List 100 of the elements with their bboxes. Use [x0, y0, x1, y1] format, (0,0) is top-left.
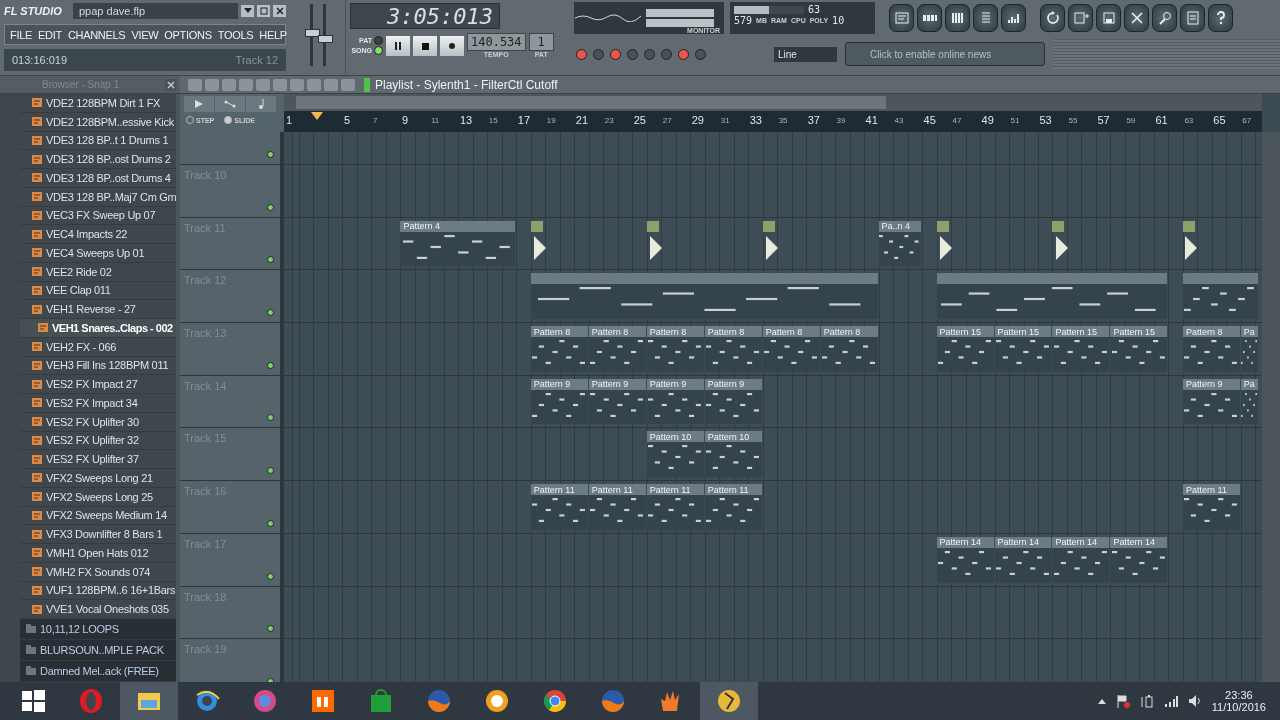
browser-item[interactable]: VFX3 Downlifter 8 Bars 1	[20, 525, 176, 544]
track-dot[interactable]	[267, 572, 274, 580]
browser-item[interactable]: VFX2 Sweeps Medium 14	[20, 506, 176, 526]
track-dot[interactable]	[267, 151, 274, 158]
clip[interactable]: Pattern 9	[530, 378, 588, 425]
automation-tab[interactable]	[215, 96, 245, 112]
browser-item[interactable]: VDE2 128BPM..essive Kick	[20, 112, 176, 132]
browser-item[interactable]: VDE3 128 BP..ost Drums 4	[20, 169, 176, 188]
toggle-lamp[interactable]	[661, 48, 672, 60]
stop-button[interactable]	[413, 35, 437, 56]
clip[interactable]: Pa	[1240, 378, 1258, 425]
toggle-lamp[interactable]	[644, 48, 655, 60]
fader-thumb[interactable]	[304, 29, 320, 38]
menu-item[interactable]: CHANNELS	[67, 28, 126, 41]
track-dot[interactable]	[267, 414, 274, 422]
browser-item[interactable]: VMH2 FX Sounds 074	[20, 562, 176, 582]
tempo-display[interactable]: 140.534	[467, 33, 526, 51]
snap-dropdown[interactable]: Line	[774, 46, 837, 62]
speaker-icon[interactable]	[1187, 694, 1202, 708]
save-button[interactable]	[1096, 4, 1121, 32]
menu-item[interactable]: HELP	[259, 28, 287, 41]
browser-item[interactable]: VES2 FX Impact 27	[20, 375, 176, 394]
bar-chart-button[interactable]	[1001, 4, 1026, 32]
vertical-scrollbar[interactable]	[1262, 132, 1280, 682]
clip[interactable]: Pattern 11	[588, 484, 646, 530]
flag-icon[interactable]	[1115, 694, 1130, 708]
clip[interactable]: Pattern 8	[762, 326, 820, 372]
clip[interactable]: Pattern 14	[994, 536, 1052, 583]
clip[interactable]: Pattern 15	[1052, 326, 1110, 372]
clip[interactable]: Pattern 8	[704, 326, 762, 372]
clip[interactable]: Pattern 14	[936, 536, 994, 583]
dropdown-button[interactable]	[241, 5, 254, 17]
browser-item[interactable]: VMH1 Open Hats 012	[20, 544, 176, 563]
close-button[interactable]	[273, 5, 286, 17]
toggle-lamp[interactable]	[678, 48, 689, 60]
clip[interactable]: Pattern 14	[1052, 536, 1110, 583]
time-ruler[interactable]: 1 5 7 9 11 13 15 17 19 21 23 25 27 29 31 33 35 37 39 41 43 45 47 49 51 53 55 57 59 61 63 65 67	[284, 111, 1262, 132]
clock-time[interactable]: 23:36	[1225, 689, 1253, 701]
browser-item[interactable]: BLURSOUN..MPLE PACK	[20, 639, 176, 661]
news-field[interactable]: Click to enable online news	[845, 42, 1045, 66]
browser-item[interactable]: VEH1 Snares..Claps - 002	[20, 319, 176, 338]
track-dot[interactable]	[267, 309, 274, 317]
save-plus-button[interactable]	[1068, 4, 1093, 32]
step-grid-button[interactable]	[917, 4, 942, 32]
clip[interactable]: Pattern 15	[994, 326, 1052, 372]
mode-radio[interactable]	[224, 116, 233, 124]
browser-item[interactable]: VES2 FX Impact 34	[20, 394, 176, 413]
track-dot[interactable]	[267, 361, 274, 369]
clip[interactable]	[936, 273, 1168, 320]
clip[interactable]: Pattern 11	[1182, 484, 1240, 530]
clip[interactable]	[530, 273, 878, 320]
browser-item[interactable]: VDE3 128 BP..Maj7 Cm Gm	[20, 187, 176, 207]
piano-keys-button[interactable]	[945, 4, 970, 32]
track-dot[interactable]	[267, 256, 274, 264]
clip[interactable]: Pattern 10	[704, 431, 762, 478]
clip[interactable]: Pattern 8	[1182, 326, 1240, 372]
list-button[interactable]	[973, 4, 998, 32]
clip[interactable]: Pattern 10	[646, 431, 704, 478]
pattern-display[interactable]: 1	[528, 33, 554, 51]
clip[interactable]: Pattern 8	[820, 326, 878, 372]
clip[interactable]: Pattern 9	[646, 378, 704, 425]
browser-item[interactable]: VEC4 Impacts 22	[20, 225, 176, 244]
clip[interactable]	[1182, 273, 1258, 320]
menu-item[interactable]: OPTIONS	[164, 28, 212, 41]
browser-item[interactable]: VUF1 128BPM..6 16+1Bars	[20, 581, 176, 601]
clip[interactable]: Pattern 9	[588, 378, 646, 425]
track-dot[interactable]	[267, 203, 274, 211]
clip[interactable]: Pattern 15	[1110, 326, 1168, 372]
browser-item[interactable]: VEE2 Ride 02	[20, 262, 176, 282]
help-button[interactable]	[1208, 4, 1233, 32]
browser-item[interactable]: VEC3 FX Sweep Up 07	[20, 206, 176, 226]
note-tab[interactable]	[246, 96, 276, 112]
menu-item[interactable]: VIEW	[131, 28, 159, 41]
document-button[interactable]	[1180, 4, 1205, 32]
clip[interactable]: Pattern 11	[530, 484, 588, 530]
playlist-button[interactable]	[889, 4, 914, 32]
clip[interactable]: Pattern 15	[936, 326, 994, 372]
browser-item[interactable]: VFX2 Sweeps Long 25	[20, 487, 176, 507]
clip[interactable]: Pattern 8	[588, 326, 646, 372]
fader-thumb[interactable]	[317, 34, 333, 43]
browser-item[interactable]: VEC4 Sweeps Up 01	[20, 244, 176, 263]
clip[interactable]: Pattern 8	[646, 326, 704, 372]
close-button[interactable]	[165, 78, 177, 91]
toggle-lamp[interactable]	[593, 48, 604, 60]
browser-item[interactable]: VES2 FX Uplifter 32	[20, 431, 176, 451]
caret-up-icon[interactable]	[1097, 698, 1106, 704]
browser-item[interactable]: VEH3 Fill Ins 128BPM 011	[20, 356, 176, 376]
scrollbar-thumb[interactable]	[296, 96, 886, 109]
horizontal-scrollbar[interactable]	[284, 94, 1262, 111]
cross-button[interactable]	[1124, 4, 1149, 32]
menu-item[interactable]: FILE	[10, 28, 33, 41]
signal-icon[interactable]	[1163, 695, 1178, 707]
track-dot[interactable]	[267, 519, 274, 527]
browser-item[interactable]: VEE Clap 011	[20, 281, 176, 301]
track-dot[interactable]	[267, 625, 274, 633]
browser-item[interactable]: VFX2 Sweeps Long 21	[20, 469, 176, 488]
clip[interactable]: Pattern 11	[646, 484, 704, 530]
clip[interactable]: Pattern 9	[1182, 378, 1240, 425]
browser-item[interactable]: VDE3 128 BP..ost Drums 2	[20, 150, 176, 169]
toggle-lamp[interactable]	[695, 48, 706, 60]
